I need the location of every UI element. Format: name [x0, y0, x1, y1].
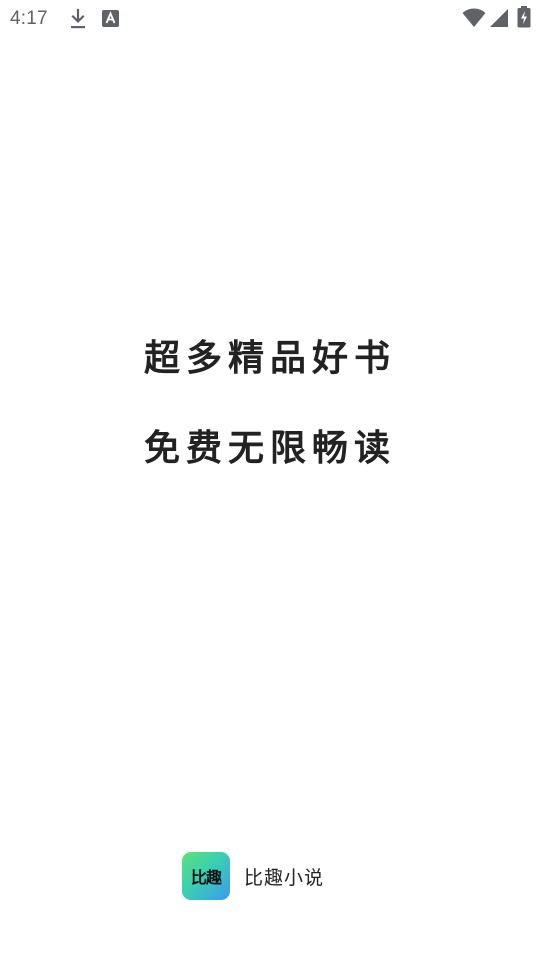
- status-time: 4:17: [10, 8, 48, 29]
- app-logo-icon: 比趣: [182, 852, 230, 900]
- status-bar: 4:17: [0, 0, 540, 36]
- app-name: 比趣小说: [244, 866, 325, 889]
- signal-icon: [490, 9, 508, 27]
- app-a-icon: [102, 10, 119, 27]
- battery-charging-icon: [517, 6, 531, 28]
- download-icon: [71, 8, 85, 29]
- slogan-line-2: 免费无限畅读: [143, 428, 396, 469]
- wifi-icon: [462, 8, 486, 27]
- slogan-line-1: 超多精品好书: [143, 338, 396, 379]
- brand-footer: 比趣 比趣小说: [182, 852, 324, 900]
